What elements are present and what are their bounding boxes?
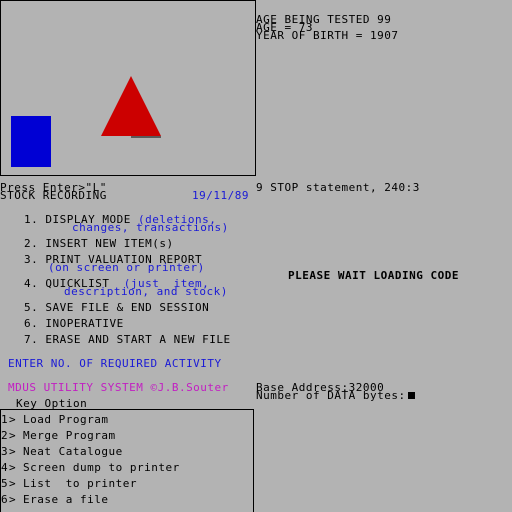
stock-item-sub2: description, and stock) [64,285,228,298]
stop-statement: 9 STOP statement, 240:3 [256,181,420,194]
data-bytes-label: Number of DATA bytes: [256,389,406,402]
stock-item-num: 1. [24,213,39,226]
option-key: 4 [1,461,9,474]
option-key: 5 [1,477,9,490]
stock-item-7[interactable]: 7. ERASE AND START A NEW FILE [24,333,231,346]
option-label: Neat Catalogue [23,445,123,458]
option-key: 2 [1,429,9,442]
stock-item-num: 5. [24,301,39,314]
option-neat-catalogue[interactable]: 3> Neat Catalogue [1,445,123,458]
stock-item-num: 4. [24,277,39,290]
option-screen-dump[interactable]: 4> Screen dump to printer [1,461,180,474]
option-label: Erase a file [23,493,109,506]
stock-item-num: 6. [24,317,39,330]
stock-title: STOCK RECORDING [0,189,107,202]
option-list-to-printer[interactable]: 5> List to printer [1,477,137,490]
option-load-program[interactable]: 1> Load Program [1,413,109,426]
text-cursor [407,392,415,399]
option-erase-file[interactable]: 6> Erase a file [1,493,109,506]
stock-item-label: INOPERATIVE [45,317,124,330]
stock-item-sub2: changes, transactions) [72,221,229,234]
stock-date: 19/11/89 [192,189,249,202]
option-key: 1 [1,413,9,426]
enter-activity-prompt: ENTER NO. OF REQUIRED ACTIVITY [8,357,222,370]
arrow-icon: > [9,429,17,442]
arrow-icon: > [9,461,17,474]
status-year-of-birth: YEAR OF BIRTH = 1907 [256,29,399,42]
stock-item-label: SAVE FILE & END SESSION [45,301,210,314]
option-label: Load Program [23,413,109,426]
option-merge-program[interactable]: 2> Merge Program [1,429,116,442]
stock-item-label: ERASE AND START A NEW FILE [45,333,231,346]
arrow-icon: > [9,493,17,506]
option-key: 6 [1,493,9,506]
utility-options-box: 1> Load Program 2> Merge Program 3> Neat Ca… [0,409,254,512]
blue-rectangle-shape [11,116,51,167]
arrow-icon: > [9,413,17,426]
stock-item-6[interactable]: 6. INOPERATIVE [24,317,124,330]
stock-item-sub: (on screen or printer) [48,261,205,274]
option-label: List to printer [23,477,137,490]
data-bytes-prompt[interactable]: Number of DATA bytes: [256,389,415,402]
utility-title: MDUS UTILITY SYSTEM ©J.B.Souter [8,381,229,394]
loading-message: PLEASE WAIT LOADING CODE [288,269,459,282]
option-label: Screen dump to printer [23,461,180,474]
red-triangle-shape [101,76,161,138]
stock-item-num: 7. [24,333,39,346]
arrow-icon: > [9,477,17,490]
stock-item-num: 3. [24,253,39,266]
key-option-header: Key Option [16,397,88,410]
stock-item-label: INSERT NEW ITEM(s) [45,237,174,250]
option-key: 3 [1,445,9,458]
graphics-window [0,0,256,176]
stock-item-num: 2. [24,237,39,250]
stock-item-2[interactable]: 2. INSERT NEW ITEM(s) [24,237,174,250]
stock-item-5[interactable]: 5. SAVE FILE & END SESSION [24,301,210,314]
arrow-icon: > [9,445,17,458]
option-label: Merge Program [23,429,116,442]
